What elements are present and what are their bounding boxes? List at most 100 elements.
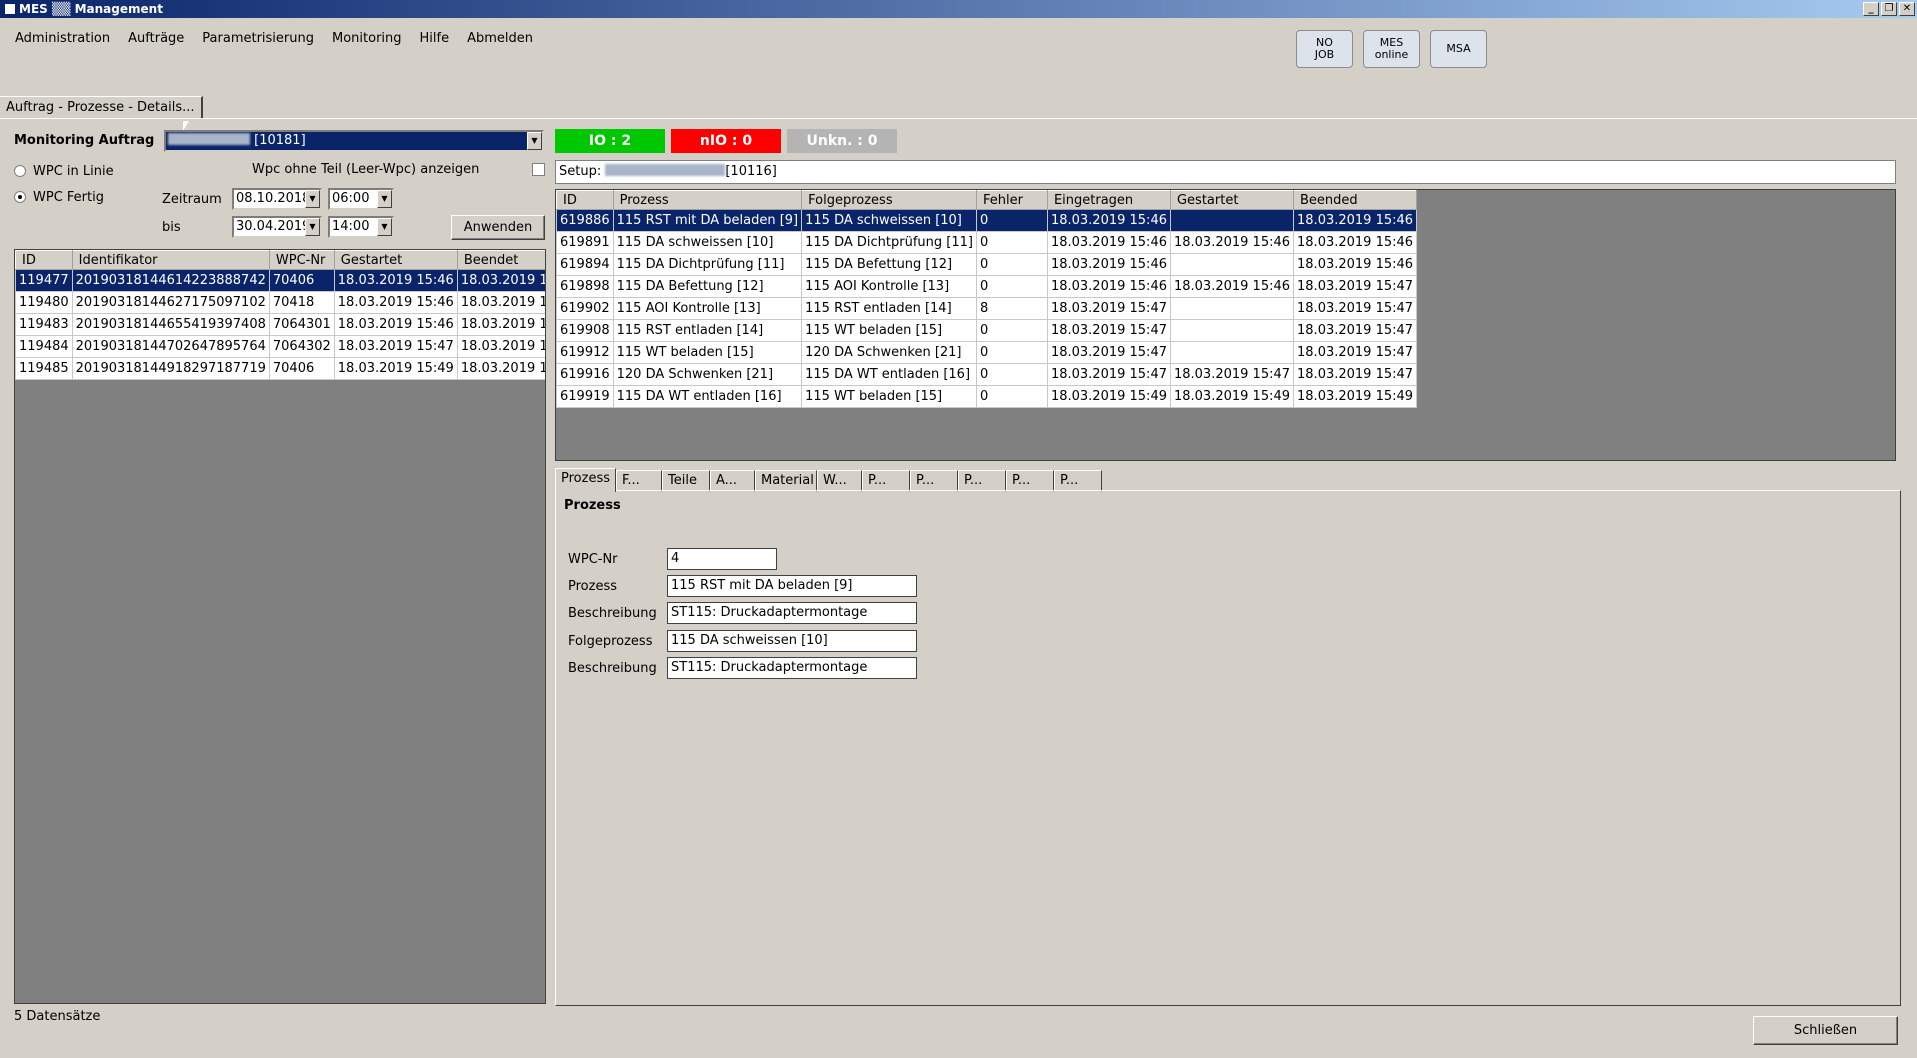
chevron-down-icon[interactable]: ▼ — [305, 218, 320, 236]
cell-gestartet — [1169, 253, 1295, 276]
column-header-folgeprozess[interactable]: Folgeprozess — [801, 190, 977, 210]
cell-beendet: 18.03.2019 15:52 — [456, 313, 545, 336]
cell-gestartet — [1169, 319, 1295, 342]
cell-identifikator: 20190318144702647895764 — [71, 335, 270, 358]
cell-beendet: 18.03.2019 15:49 — [456, 291, 545, 314]
tab-a[interactable]: A... — [710, 470, 755, 492]
minimize-button[interactable]: _ — [1863, 2, 1879, 16]
column-header-identifikator[interactable]: Identifikator — [71, 250, 270, 270]
wpc-nr-field[interactable]: 4 — [667, 548, 777, 570]
chevron-down-icon[interactable]: ▼ — [377, 190, 392, 208]
tab-teile[interactable]: Teile — [662, 470, 710, 492]
table-row[interactable]: 619912 115 WT beladen [15] 120 DA Schwenke… — [556, 341, 1418, 364]
column-header-beendet[interactable]: Beendet — [456, 250, 545, 270]
table-row[interactable]: 619886 115 RST mit DA beladen [9] 115 DA s… — [556, 209, 1418, 232]
cell-fehler: 0 — [975, 319, 1048, 342]
menu-parametrisierung[interactable]: Parametrisierung — [193, 30, 323, 48]
column-header-prozess[interactable]: Prozess — [612, 190, 803, 210]
cell-id: 619886 — [556, 209, 614, 232]
column-header-fehler[interactable]: Fehler — [975, 190, 1048, 210]
leer-wpc-checkbox[interactable] — [532, 163, 545, 176]
menu-hilfe[interactable]: Hilfe — [411, 30, 459, 48]
table-row[interactable]: 619902 115 AOI Kontrolle [13] 115 RST entl… — [556, 297, 1418, 320]
beschreibung-field[interactable]: ST115: Druckadaptermontage — [667, 602, 917, 624]
tab-p5[interactable]: P... — [1054, 470, 1102, 492]
tab-p3[interactable]: P... — [958, 470, 1006, 492]
folgeprozess-field[interactable]: 115 DA schweissen [10] — [667, 630, 917, 652]
cell-wpc-nr: 70418 — [268, 291, 335, 314]
auftrag-select[interactable]: [10181] ▼ — [164, 130, 544, 152]
menu-monitoring[interactable]: Monitoring — [323, 30, 411, 48]
tab-p1[interactable]: P... — [862, 470, 910, 492]
cell-gestartet: 18.03.2019 15:47 — [333, 335, 458, 358]
close-window-button[interactable]: ✕ — [1899, 2, 1915, 16]
zeitraum-label: Zeitraum — [162, 192, 222, 207]
table-row[interactable]: 119477 20190318144614223888742 70406 18.03.… — [15, 269, 545, 292]
tab-p4[interactable]: P... — [1006, 470, 1054, 492]
chevron-down-icon[interactable]: ▼ — [377, 218, 392, 236]
redacted-text — [605, 164, 726, 176]
beschreibung2-field[interactable]: ST115: Druckadaptermontage — [667, 657, 917, 679]
tab-prozess[interactable]: Prozess — [555, 468, 616, 492]
from-date-picker[interactable]: 08.10.2018 ▼ — [232, 188, 322, 210]
prozess-field[interactable]: 115 RST mit DA beladen [9] — [667, 575, 917, 597]
bis-label: bis — [162, 220, 181, 235]
cell-beended: 18.03.2019 15:49 — [1293, 385, 1418, 408]
cell-id: 619916 — [556, 363, 614, 386]
cell-gestartet: 18.03.2019 15:46 — [333, 269, 458, 292]
document-tab[interactable]: Auftrag - Prozesse - Details... — [0, 96, 203, 119]
auftrag-select-value: [10181] — [254, 133, 306, 148]
cell-id: 619902 — [556, 297, 614, 320]
table-row[interactable]: 619908 115 RST entladen [14] 115 WT belade… — [556, 319, 1418, 342]
table-row[interactable]: 119484 20190318144702647895764 7064302 18.0… — [15, 335, 545, 358]
cell-wpc-nr: 7064301 — [268, 313, 335, 336]
tab-w[interactable]: W... — [817, 470, 862, 492]
menu-administration[interactable]: Administration — [6, 30, 119, 48]
radio-wpc-in-linie[interactable] — [14, 165, 26, 177]
tab-p2[interactable]: P... — [910, 470, 958, 492]
table-row[interactable]: 619894 115 DA Dichtprüfung [11] 115 DA Bef… — [556, 253, 1418, 276]
table-row[interactable]: 119480 20190318144627175097102 70418 18.03.… — [15, 291, 545, 314]
column-header-beended[interactable]: Beended — [1293, 190, 1418, 210]
column-header-wpc-nr[interactable]: WPC-Nr — [268, 250, 335, 270]
cell-id: 119485 — [15, 357, 73, 380]
cell-eingetragen: 18.03.2019 15:47 — [1046, 297, 1171, 320]
close-button[interactable]: Schließen — [1753, 1016, 1898, 1045]
msa-button[interactable]: MSA — [1430, 30, 1487, 68]
to-date-picker[interactable]: 30.04.2019 ▼ — [232, 216, 322, 238]
table-row[interactable]: 619919 115 DA WT entladen [16] 115 WT bela… — [556, 385, 1418, 408]
to-time-select[interactable]: 14:00 ▼ — [328, 216, 394, 238]
column-header-id[interactable]: ID — [556, 190, 614, 210]
table-row[interactable]: 619898 115 DA Befettung [12] 115 AOI Kontr… — [556, 275, 1418, 298]
restore-button[interactable]: ❐ — [1881, 2, 1897, 16]
cell-eingetragen: 18.03.2019 15:47 — [1046, 319, 1171, 342]
cell-id: 619891 — [556, 231, 614, 254]
table-row[interactable]: 619891 115 DA schweissen [10] 115 DA Dicht… — [556, 231, 1418, 254]
no-job-button[interactable]: NO JOB — [1296, 30, 1353, 68]
table-row[interactable]: 119485 20190318144918297187719 70406 18.03.… — [15, 357, 545, 380]
cell-beendet: 18.03.2019 15:51 — [456, 357, 545, 380]
apply-button[interactable]: Anwenden — [451, 215, 545, 240]
tab-material[interactable]: Material — [755, 470, 817, 492]
chevron-down-icon[interactable]: ▼ — [527, 132, 542, 150]
table-row[interactable]: 619916 120 DA Schwenken [21] 115 DA WT ent… — [556, 363, 1418, 386]
cell-folgeprozess: 120 DA Schwenken [21] — [801, 341, 977, 364]
unknown-status-badge: Unkn. : 0 — [787, 129, 897, 153]
tab-f[interactable]: F... — [616, 470, 662, 492]
column-header-eingetragen[interactable]: Eingetragen — [1046, 190, 1171, 210]
table-row[interactable]: 119483 20190318144655419397408 7064301 18.0… — [15, 313, 545, 336]
mes-online-button[interactable]: MES online — [1363, 30, 1420, 68]
cell-id: 119477 — [15, 269, 73, 292]
menu-abmelden[interactable]: Abmelden — [458, 30, 542, 48]
cell-identifikator: 20190318144655419397408 — [71, 313, 270, 336]
column-header-id[interactable]: ID — [15, 250, 73, 270]
cell-prozess: 115 AOI Kontrolle [13] — [612, 297, 803, 320]
column-header-gestartet[interactable]: Gestartet — [1169, 190, 1295, 210]
menu-auftraege[interactable]: Aufträge — [119, 30, 193, 48]
tab-divider — [0, 118, 1917, 119]
chevron-down-icon[interactable]: ▼ — [305, 190, 320, 208]
radio-wpc-fertig[interactable] — [14, 191, 26, 203]
wpc-grid: ID Identifikator WPC-Nr Gestartet Beende… — [14, 249, 546, 1004]
column-header-gestartet[interactable]: Gestartet — [333, 250, 458, 270]
from-time-select[interactable]: 06:00 ▼ — [328, 188, 394, 210]
